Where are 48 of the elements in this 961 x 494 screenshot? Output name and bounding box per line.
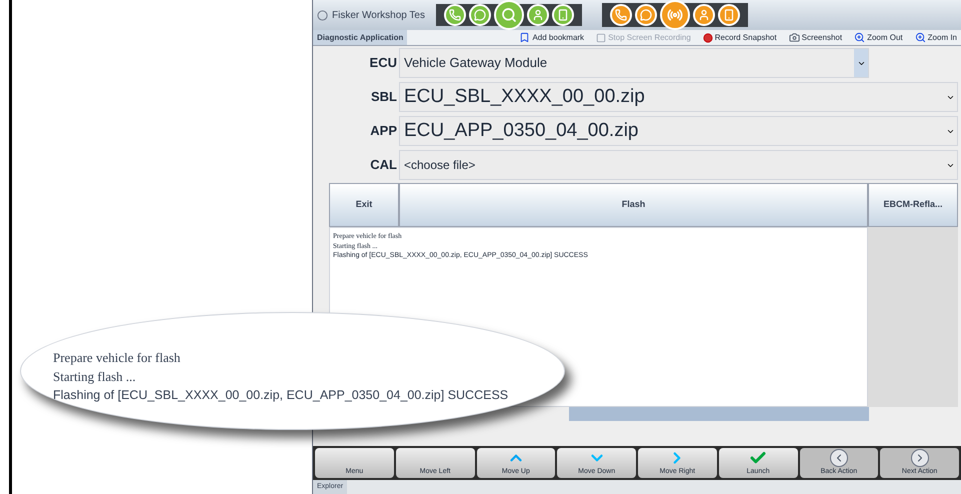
phone-icon (615, 9, 627, 21)
toolbar-button[interactable]: Record Snapshot (702, 32, 777, 44)
round-icon-button[interactable] (718, 4, 740, 26)
field-label: SBL (370, 88, 398, 106)
round-icon-button[interactable] (469, 4, 491, 26)
person-icon (698, 9, 710, 21)
field-label: CAL (369, 156, 398, 174)
magnified-log-line: Flashing of [ECU_SBL_XXXX_00_00.zip, ECU_APP_0350_04_00.zip] SUCCESS (53, 386, 510, 404)
action-button[interactable]: Flash (399, 183, 868, 227)
magnifier-icon (854, 32, 866, 43)
round-icon-button[interactable] (444, 4, 466, 26)
tab[interactable]: Diagnostic Application (313, 30, 408, 45)
file-field[interactable]: <choose file> (399, 150, 958, 180)
action-button[interactable]: EBCM-Refla... (868, 183, 958, 227)
magnifier-icon (914, 32, 926, 43)
round-icon-button[interactable] (552, 4, 574, 26)
action-button[interactable]: Exit (329, 183, 399, 227)
camera-icon (788, 32, 800, 43)
stop-icon (596, 32, 606, 42)
toolbar-button[interactable]: Zoom Out (854, 32, 903, 44)
round-icon-button[interactable] (660, 0, 690, 30)
round-icon-button[interactable] (527, 4, 549, 26)
toolbar-button[interactable]: Add bookmark (519, 32, 584, 44)
phone-icon (449, 9, 461, 21)
field-label: ECU (368, 54, 398, 72)
antenna-icon (667, 7, 683, 23)
chat-bubble-icon (640, 9, 652, 21)
magnified-log-line: Starting flash ... (53, 368, 137, 386)
field-label: APP (369, 122, 398, 140)
bookmark-icon (519, 32, 530, 43)
window-title: Fisker Workshop Tes (332, 8, 426, 22)
mobile-phone-icon (723, 9, 735, 21)
toolbar-button[interactable]: Screenshot (788, 32, 842, 44)
round-icon-button[interactable] (610, 4, 632, 26)
person-icon (532, 9, 544, 21)
chat-bubble-icon (474, 9, 486, 21)
dropdown-field[interactable]: Vehicle Gateway Module (399, 48, 869, 78)
record-icon (702, 32, 713, 42)
magnified-log-line: Prepare vehicle for flash (53, 348, 182, 366)
mobile-phone-icon (557, 9, 569, 21)
round-icon-button[interactable] (635, 4, 657, 26)
round-icon-button[interactable] (494, 0, 524, 30)
file-field[interactable]: ECU_SBL_XXXX_00_00.zip (399, 82, 958, 112)
file-field[interactable]: ECU_APP_0350_04_00.zip (399, 116, 958, 146)
app-icon (317, 10, 328, 20)
round-icon-button[interactable] (693, 4, 715, 26)
toolbar-button[interactable]: Zoom In (914, 32, 957, 44)
search-icon (501, 7, 517, 23)
